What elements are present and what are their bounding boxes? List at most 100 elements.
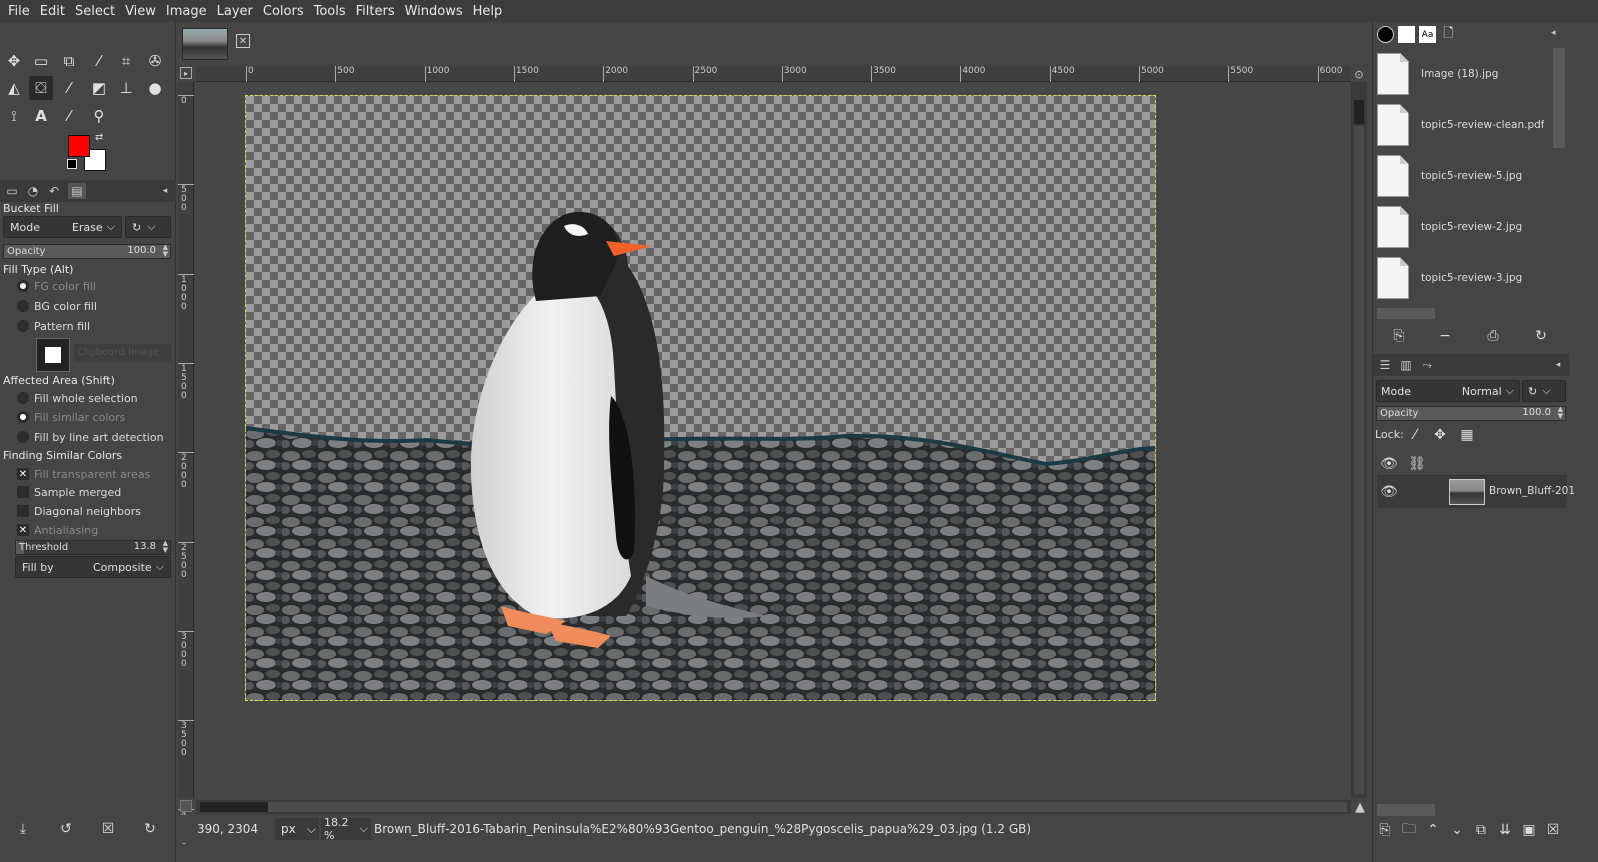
unit-combo[interactable]: px ⌵ [275, 818, 319, 840]
menu-windows[interactable]: Windows [400, 4, 468, 19]
eye-icon[interactable]: 👁 [1379, 482, 1399, 502]
menu-tools[interactable]: Tools [309, 4, 351, 19]
opacity-slider[interactable]: Opacity 100.0 ▲ ▼ [3, 244, 171, 259]
menu-image[interactable]: Image [161, 4, 212, 19]
tool-options-tab-icon[interactable]: ▭ [3, 183, 21, 199]
remove-document-icon[interactable]: − [1435, 326, 1455, 346]
layers-hscroll-thumb[interactable] [1377, 804, 1435, 816]
menu-select[interactable]: Select [70, 4, 120, 19]
mode-reset-button[interactable]: ↻ ⌵ [125, 216, 171, 238]
fonts-tab-icon[interactable]: Aa [1419, 26, 1436, 43]
clear-history-icon[interactable]: ⎙ [1483, 326, 1503, 346]
clone-tool-icon[interactable]: ⊥ [114, 76, 138, 100]
panel-menu-icon[interactable]: ◂ [156, 183, 174, 199]
vertical-scroll-thumb[interactable] [1354, 100, 1364, 124]
affected-whole-selection[interactable]: Fill whole selection [17, 390, 138, 406]
menu-layer[interactable]: Layer [212, 4, 258, 19]
horizontal-scroll-left[interactable] [200, 802, 268, 812]
quick-mask-menu-icon[interactable]: ▸ [180, 67, 192, 79]
swap-colors-icon[interactable]: ⇄ [95, 132, 103, 143]
bucket-gradient-icon[interactable]: ◭ [2, 76, 26, 100]
text-tool-icon[interactable]: A [29, 104, 53, 128]
refresh-document-icon[interactable]: ↻ [1531, 326, 1551, 346]
eraser-tool-icon[interactable]: ◩ [87, 76, 111, 100]
vertical-scrollbar[interactable] [1351, 82, 1367, 798]
menu-edit[interactable]: Edit [35, 4, 70, 19]
rect-select-tool-icon[interactable]: ▭ [29, 49, 53, 73]
foreground-color-swatch[interactable] [68, 135, 90, 157]
raise-layer-icon[interactable]: ⌃ [1423, 820, 1443, 840]
crop-tool-icon[interactable]: ⌗ [114, 49, 138, 73]
fill-type-bg[interactable]: BG color fill [17, 298, 97, 314]
bucket-fill-tool-icon[interactable]: ⛋ [29, 76, 53, 100]
device-status-tab-icon[interactable]: ◔ [24, 183, 42, 199]
layers-tab-icon[interactable]: ☰ [1376, 357, 1394, 373]
delete-layer-icon[interactable]: ☒ [1543, 820, 1563, 840]
menu-colors[interactable]: Colors [258, 4, 309, 19]
undo-history-tab-icon[interactable]: ↶ [45, 183, 63, 199]
fill-type-pattern[interactable]: Pattern fill [17, 318, 90, 334]
brushes-tab-icon[interactable] [1377, 26, 1394, 43]
spin-arrows-icon[interactable]: ▲ ▼ [163, 540, 168, 554]
menu-view[interactable]: View [120, 4, 161, 19]
check-diagonal-neighbors[interactable]: Diagonal neighbors [17, 503, 141, 519]
horizontal-scroll-thumb[interactable] [268, 802, 1347, 812]
menu-filters[interactable]: Filters [351, 4, 400, 19]
zoom-image-icon[interactable]: ⊙ [1351, 66, 1367, 82]
check-sample-merged[interactable]: Sample merged [17, 484, 121, 500]
document-item[interactable]: topic5-review-clean.pdf [1377, 101, 1551, 149]
smudge-tool-icon[interactable]: ● [143, 76, 167, 100]
affected-line-art[interactable]: Fill by line art detection [17, 429, 164, 445]
navigate-icon[interactable]: ▲ [1353, 800, 1367, 815]
fill-type-fg[interactable]: FG color fill [17, 278, 96, 294]
document-history-tab-icon[interactable]: 🗋 [1440, 26, 1457, 43]
move-tool-icon[interactable]: ✥ [2, 49, 26, 73]
menu-help[interactable]: Help [468, 4, 508, 19]
layer-mask-icon[interactable]: ▣ [1519, 820, 1539, 840]
delete-options-icon[interactable]: ☒ [98, 819, 118, 839]
paintbrush-tool-icon[interactable]: ⁄ [57, 76, 81, 100]
fuzzy-select-tool-icon[interactable]: ⁄ [87, 49, 111, 73]
image-tab-thumbnail[interactable] [182, 28, 228, 60]
close-tab-icon[interactable]: ✕ [236, 34, 250, 48]
pattern-preview-button[interactable] [36, 338, 70, 372]
affected-similar-colors[interactable]: Fill similar colors [17, 409, 125, 425]
default-colors-icon[interactable] [67, 159, 77, 169]
image-canvas[interactable] [245, 95, 1156, 701]
channels-tab-icon[interactable]: ▥ [1397, 357, 1415, 373]
save-options-icon[interactable]: ⤓ [13, 819, 33, 839]
lock-pixels-icon[interactable]: ⁄ [1405, 425, 1425, 445]
duplicate-layer-icon[interactable]: ⧉ [1471, 820, 1491, 840]
check-fill-transparent[interactable]: ✕ Fill transparent areas [17, 466, 150, 482]
lock-position-icon[interactable]: ✥ [1430, 425, 1450, 445]
warp-tool-icon[interactable]: ✇ [143, 49, 167, 73]
transform-tool-icon[interactable]: ⧉ [57, 49, 81, 73]
panel-menu-icon[interactable]: ◂ [1549, 357, 1567, 373]
paths-tab-icon[interactable]: ⤳ [1418, 357, 1436, 373]
new-layer-group-icon[interactable]: 🗀 [1399, 820, 1419, 840]
documents-vscroll-thumb[interactable] [1553, 48, 1565, 148]
patterns-tab-icon[interactable] [1398, 26, 1415, 43]
zoom-combo[interactable]: 18.2 % ⌵ [321, 816, 371, 842]
restore-options-icon[interactable]: ↺ [56, 819, 76, 839]
layer-mode-reset-button[interactable]: ↻ ⌵ [1522, 380, 1566, 402]
mode-combo[interactable]: Mode Erase ⌵ [3, 216, 122, 238]
color-picker-tool-icon[interactable]: ⁄ [57, 104, 81, 128]
vertical-scroll-track[interactable] [1354, 126, 1364, 794]
lower-layer-icon[interactable]: ⌄ [1447, 820, 1467, 840]
spin-arrows-icon[interactable]: ▲ ▼ [1558, 406, 1563, 420]
zoom-tool-icon[interactable]: ⚲ [87, 104, 111, 128]
document-item[interactable]: topic5-review-2.jpg [1377, 203, 1551, 251]
threshold-slider[interactable]: Threshold 13.8 ▲ ▼ [15, 540, 171, 555]
document-item[interactable]: Image (18).jpg [1377, 50, 1551, 98]
open-document-icon[interactable]: ⎘ [1389, 326, 1409, 346]
merge-layer-icon[interactable]: ⇊ [1495, 820, 1515, 840]
document-item[interactable]: topic5-review-3.jpg [1377, 254, 1551, 302]
reset-options-icon[interactable]: ↻ [140, 819, 160, 839]
panel-menu-icon[interactable]: ◂ [1551, 28, 1556, 38]
fill-by-combo[interactable]: Fill by Composite ⌵ [15, 556, 171, 578]
images-tab-icon[interactable]: ▤ [68, 183, 86, 199]
spin-arrows-icon[interactable]: ▲ ▼ [163, 244, 168, 258]
new-layer-icon[interactable]: ⎘ [1375, 820, 1395, 840]
documents-hscroll-thumb[interactable] [1377, 308, 1435, 319]
